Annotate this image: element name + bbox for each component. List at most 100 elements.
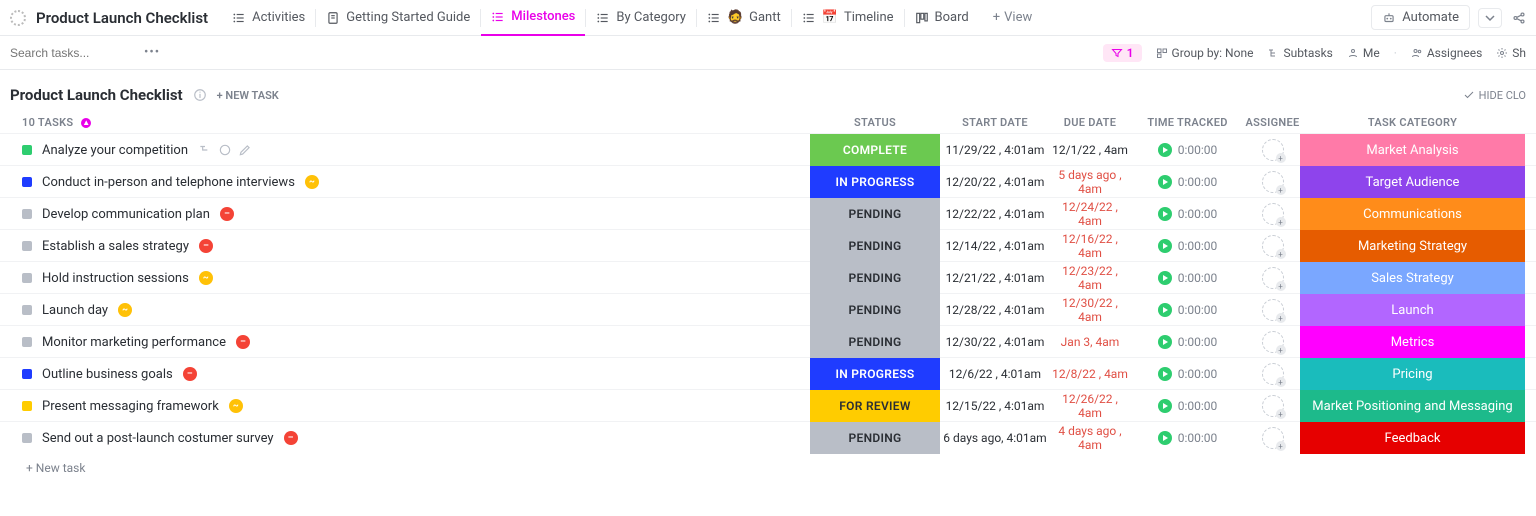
time-tracked-cell[interactable]: 0:00:00 bbox=[1130, 143, 1245, 157]
due-date-cell[interactable]: 12/16/22 , 4am bbox=[1050, 232, 1130, 260]
due-date-cell[interactable]: 12/24/22 , 4am bbox=[1050, 200, 1130, 228]
subtasks-button[interactable]: Subtasks bbox=[1267, 46, 1332, 60]
col-assignee[interactable]: ASSIGNEE bbox=[1245, 116, 1300, 129]
task-category-cell[interactable]: Feedback bbox=[1300, 422, 1525, 454]
assignees-button[interactable]: Assignees bbox=[1411, 46, 1482, 60]
add-assignee-icon[interactable] bbox=[1262, 395, 1284, 417]
play-icon[interactable] bbox=[1158, 303, 1172, 317]
tab-activities[interactable]: Activities bbox=[222, 0, 315, 36]
add-assignee-icon[interactable] bbox=[1262, 299, 1284, 321]
task-row[interactable]: Conduct in-person and telephone intervie… bbox=[0, 165, 1536, 197]
due-date-cell[interactable]: 12/8/22 , 4am bbox=[1050, 367, 1130, 381]
assignee-cell[interactable] bbox=[1245, 363, 1300, 385]
assignee-cell[interactable] bbox=[1245, 427, 1300, 449]
play-icon[interactable] bbox=[1158, 271, 1172, 285]
search-input[interactable] bbox=[10, 46, 130, 60]
status-cell[interactable]: PENDING bbox=[810, 262, 940, 294]
status-cell[interactable]: PENDING bbox=[810, 198, 940, 230]
play-icon[interactable] bbox=[1158, 335, 1172, 349]
add-assignee-icon[interactable] bbox=[1262, 171, 1284, 193]
task-row[interactable]: Hold instruction sessions ~ PENDING 12/2… bbox=[0, 261, 1536, 293]
status-cell[interactable]: PENDING bbox=[810, 422, 940, 454]
start-date-cell[interactable]: 11/29/22 , 4:01am bbox=[940, 143, 1050, 157]
task-category-cell[interactable]: Market Analysis bbox=[1300, 134, 1525, 166]
time-tracked-cell[interactable]: 0:00:00 bbox=[1130, 431, 1245, 445]
status-square-icon[interactable] bbox=[22, 433, 32, 443]
pencil-icon[interactable] bbox=[238, 143, 252, 157]
play-icon[interactable] bbox=[1158, 431, 1172, 445]
assignee-cell[interactable] bbox=[1245, 139, 1300, 161]
assignee-cell[interactable] bbox=[1245, 171, 1300, 193]
assignee-cell[interactable] bbox=[1245, 203, 1300, 225]
status-cell[interactable]: IN PROGRESS bbox=[810, 166, 940, 198]
subtask-icon[interactable] bbox=[198, 143, 212, 157]
status-cell[interactable]: FOR REVIEW bbox=[810, 390, 940, 422]
status-square-icon[interactable] bbox=[22, 305, 32, 315]
more-options[interactable]: ••• bbox=[144, 45, 160, 60]
status-square-icon[interactable] bbox=[22, 177, 32, 187]
new-task-row-button[interactable]: + New task bbox=[0, 453, 1536, 483]
play-icon[interactable] bbox=[1158, 399, 1172, 413]
col-time-tracked[interactable]: TIME TRACKED bbox=[1130, 116, 1245, 129]
status-cell[interactable]: IN PROGRESS bbox=[810, 358, 940, 390]
tab-board[interactable]: Board bbox=[905, 0, 979, 36]
new-task-header-button[interactable]: + NEW TASK bbox=[217, 89, 279, 102]
status-cell[interactable]: PENDING bbox=[810, 294, 940, 326]
play-icon[interactable] bbox=[1158, 143, 1172, 157]
start-date-cell[interactable]: 6 days ago, 4:01am bbox=[940, 431, 1050, 445]
sort-indicator-icon[interactable]: ▲ bbox=[81, 118, 91, 128]
add-assignee-icon[interactable] bbox=[1262, 363, 1284, 385]
add-assignee-icon[interactable] bbox=[1262, 235, 1284, 257]
due-date-cell[interactable]: 5 days ago , 4am bbox=[1050, 168, 1130, 196]
status-square-icon[interactable] bbox=[22, 209, 32, 219]
task-category-cell[interactable]: Launch bbox=[1300, 294, 1525, 326]
col-task-category[interactable]: TASK CATEGORY bbox=[1300, 116, 1525, 129]
task-row[interactable]: Develop communication plan – PENDING 12/… bbox=[0, 197, 1536, 229]
task-row[interactable]: Launch day ~ PENDING 12/28/22 , 4:01am 1… bbox=[0, 293, 1536, 325]
status-square-icon[interactable] bbox=[22, 273, 32, 283]
automate-dropdown[interactable] bbox=[1478, 8, 1502, 28]
play-icon[interactable] bbox=[1158, 239, 1172, 253]
me-button[interactable]: Me bbox=[1347, 46, 1380, 60]
play-icon[interactable] bbox=[1158, 367, 1172, 381]
share-icon[interactable] bbox=[1512, 11, 1526, 25]
tab-milestones[interactable]: Milestones bbox=[481, 0, 585, 36]
time-tracked-cell[interactable]: 0:00:00 bbox=[1130, 175, 1245, 189]
hide-closed-button[interactable]: HIDE CLO bbox=[1463, 89, 1526, 102]
due-date-cell[interactable]: 12/30/22 , 4am bbox=[1050, 296, 1130, 324]
task-category-cell[interactable]: Target Audience bbox=[1300, 166, 1525, 198]
time-tracked-cell[interactable]: 0:00:00 bbox=[1130, 271, 1245, 285]
tab-getting-started-guide[interactable]: Getting Started Guide bbox=[316, 0, 480, 36]
due-date-cell[interactable]: 12/23/22 , 4am bbox=[1050, 264, 1130, 292]
status-square-icon[interactable] bbox=[22, 145, 32, 155]
start-date-cell[interactable]: 12/22/22 , 4:01am bbox=[940, 207, 1050, 221]
start-date-cell[interactable]: 12/14/22 , 4:01am bbox=[940, 239, 1050, 253]
task-row[interactable]: Send out a post-launch costumer survey –… bbox=[0, 421, 1536, 453]
assignee-cell[interactable] bbox=[1245, 235, 1300, 257]
tab-timeline[interactable]: 📅Timeline bbox=[792, 0, 904, 36]
col-status[interactable]: STATUS bbox=[810, 116, 940, 129]
start-date-cell[interactable]: 12/30/22 , 4:01am bbox=[940, 335, 1050, 349]
task-category-cell[interactable]: Sales Strategy bbox=[1300, 262, 1525, 294]
add-assignee-icon[interactable] bbox=[1262, 427, 1284, 449]
add-assignee-icon[interactable] bbox=[1262, 267, 1284, 289]
due-date-cell[interactable]: Jan 3, 4am bbox=[1050, 335, 1130, 349]
time-tracked-cell[interactable]: 0:00:00 bbox=[1130, 335, 1245, 349]
time-tracked-cell[interactable]: 0:00:00 bbox=[1130, 303, 1245, 317]
assignee-cell[interactable] bbox=[1245, 267, 1300, 289]
assignee-cell[interactable] bbox=[1245, 299, 1300, 321]
due-date-cell[interactable]: 12/1/22 , 4am bbox=[1050, 143, 1130, 157]
col-start-date[interactable]: START DATE bbox=[940, 116, 1050, 129]
task-row[interactable]: Analyze your competition COMPLETE 11/29/… bbox=[0, 133, 1536, 165]
task-category-cell[interactable]: Marketing Strategy bbox=[1300, 230, 1525, 262]
time-tracked-cell[interactable]: 0:00:00 bbox=[1130, 367, 1245, 381]
automate-button[interactable]: Automate bbox=[1371, 5, 1470, 30]
group-by-button[interactable]: Group by: None bbox=[1156, 46, 1254, 60]
tab-by-category[interactable]: By Category bbox=[586, 0, 696, 36]
status-square-icon[interactable] bbox=[22, 369, 32, 379]
assignee-cell[interactable] bbox=[1245, 331, 1300, 353]
status-cell[interactable]: PENDING bbox=[810, 230, 940, 262]
time-tracked-cell[interactable]: 0:00:00 bbox=[1130, 399, 1245, 413]
filter-button[interactable]: 1 bbox=[1103, 44, 1142, 62]
add-assignee-icon[interactable] bbox=[1262, 139, 1284, 161]
